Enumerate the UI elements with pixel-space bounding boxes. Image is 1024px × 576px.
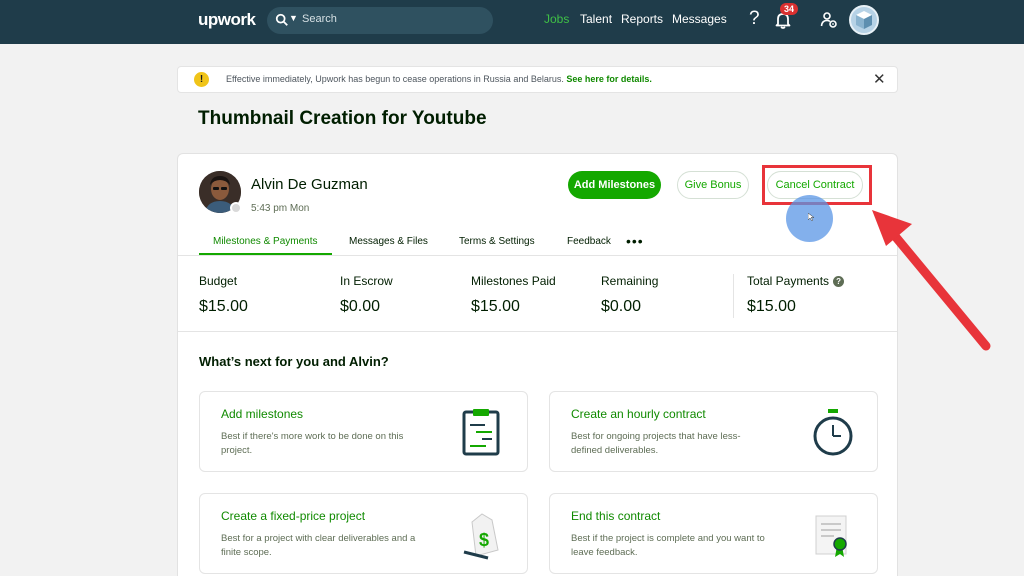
freelancer-name[interactable]: Alvin De Guzman bbox=[251, 176, 368, 193]
next-card-hourly-contract[interactable]: Create an hourly contract Best for ongoi… bbox=[549, 391, 878, 472]
nav-link-jobs[interactable]: Jobs bbox=[544, 12, 569, 26]
top-navigation: upwork ▼ Search Jobs Talent Reports Mess… bbox=[0, 0, 1024, 44]
stat-value-total-payments: $15.00 bbox=[747, 298, 796, 315]
next-card-desc: Best for a project with clear deliverabl… bbox=[221, 533, 416, 558]
search-icon bbox=[275, 13, 288, 26]
give-bonus-button[interactable]: Give Bonus bbox=[677, 171, 749, 199]
tab-terms-settings[interactable]: Terms & Settings bbox=[459, 236, 535, 247]
more-options-icon[interactable]: ••• bbox=[626, 233, 644, 249]
certificate-icon bbox=[815, 515, 847, 557]
tab-messages-files[interactable]: Messages & Files bbox=[349, 236, 428, 247]
tab-feedback[interactable]: Feedback bbox=[567, 236, 611, 247]
stat-value-in-escrow: $0.00 bbox=[340, 298, 381, 315]
search-placeholder: Search bbox=[302, 13, 337, 25]
profile-avatar[interactable] bbox=[849, 5, 879, 35]
close-icon[interactable]: ✕ bbox=[873, 70, 886, 88]
stat-label-in-escrow: In Escrow bbox=[340, 274, 393, 288]
next-card-title[interactable]: Add milestones bbox=[221, 407, 303, 421]
page-title: Thumbnail Creation for Youtube bbox=[198, 108, 487, 129]
stat-label-budget: Budget bbox=[199, 274, 238, 288]
online-status-indicator bbox=[230, 202, 242, 214]
next-card-fixed-price-project[interactable]: Create a fixed-price project Best for a … bbox=[199, 493, 528, 574]
mouse-cursor-icon bbox=[808, 213, 814, 221]
next-card-end-contract[interactable]: End this contract Best if the project is… bbox=[549, 493, 878, 574]
help-icon[interactable]: ? bbox=[749, 8, 760, 30]
notification-badge: 34 bbox=[780, 3, 799, 15]
clipboard-icon bbox=[462, 409, 500, 456]
banner-details-link[interactable]: See here for details. bbox=[566, 74, 652, 84]
next-card-title[interactable]: Create a fixed-price project bbox=[221, 509, 365, 523]
price-tag-icon: $ bbox=[463, 513, 499, 560]
next-card-add-milestones[interactable]: Add milestones Best if there's more work… bbox=[199, 391, 528, 472]
upwork-logo[interactable]: upwork bbox=[198, 10, 256, 30]
next-card-desc: Best if there's more work to be done on … bbox=[221, 431, 404, 456]
total-payments-label: Total Payments bbox=[747, 274, 830, 288]
stat-value-budget: $15.00 bbox=[199, 298, 248, 315]
announcement-banner: ! Effective immediately, Upwork has begu… bbox=[177, 66, 898, 93]
account-settings-icon[interactable] bbox=[820, 11, 838, 29]
annotation-arrow bbox=[872, 210, 991, 351]
chevron-down-icon[interactable]: ▼ bbox=[289, 13, 298, 23]
contract-card: Alvin De Guzman 5:43 pm Mon Add Mileston… bbox=[177, 153, 898, 576]
banner-message: Effective immediately, Upwork has begun … bbox=[226, 74, 652, 84]
next-card-desc: Best if the project is complete and you … bbox=[571, 533, 765, 558]
next-steps-heading: What’s next for you and Alvin? bbox=[199, 354, 389, 369]
svg-text:$: $ bbox=[479, 530, 489, 550]
freelancer-local-time: 5:43 pm Mon bbox=[251, 203, 310, 214]
tabs-divider bbox=[178, 255, 897, 256]
next-card-title[interactable]: Create an hourly contract bbox=[571, 407, 706, 421]
cube-avatar-icon bbox=[856, 11, 872, 29]
nav-link-talent[interactable]: Talent bbox=[580, 12, 612, 26]
stats-separator bbox=[733, 274, 734, 318]
stopwatch-icon bbox=[813, 409, 853, 456]
add-milestones-button[interactable]: Add Milestones bbox=[568, 171, 661, 199]
banner-text: Effective immediately, Upwork has begun … bbox=[226, 74, 567, 84]
next-card-desc: Best for ongoing projects that have less… bbox=[571, 431, 741, 456]
warning-icon: ! bbox=[194, 72, 209, 87]
nav-link-reports[interactable]: Reports bbox=[621, 12, 663, 26]
stat-label-remaining: Remaining bbox=[601, 274, 659, 288]
question-icon[interactable]: ? bbox=[833, 276, 845, 287]
tab-milestones-payments[interactable]: Milestones & Payments bbox=[213, 236, 318, 247]
stat-value-remaining: $0.00 bbox=[601, 298, 642, 315]
search-input[interactable]: ▼ Search bbox=[267, 7, 493, 34]
stat-label-milestones-paid: Milestones Paid bbox=[471, 274, 556, 288]
stats-divider bbox=[178, 331, 897, 332]
nav-link-messages[interactable]: Messages bbox=[672, 12, 727, 26]
stat-label-total-payments: Total Payments? bbox=[747, 274, 845, 288]
next-card-title[interactable]: End this contract bbox=[571, 509, 660, 523]
stat-value-milestones-paid: $15.00 bbox=[471, 298, 520, 315]
